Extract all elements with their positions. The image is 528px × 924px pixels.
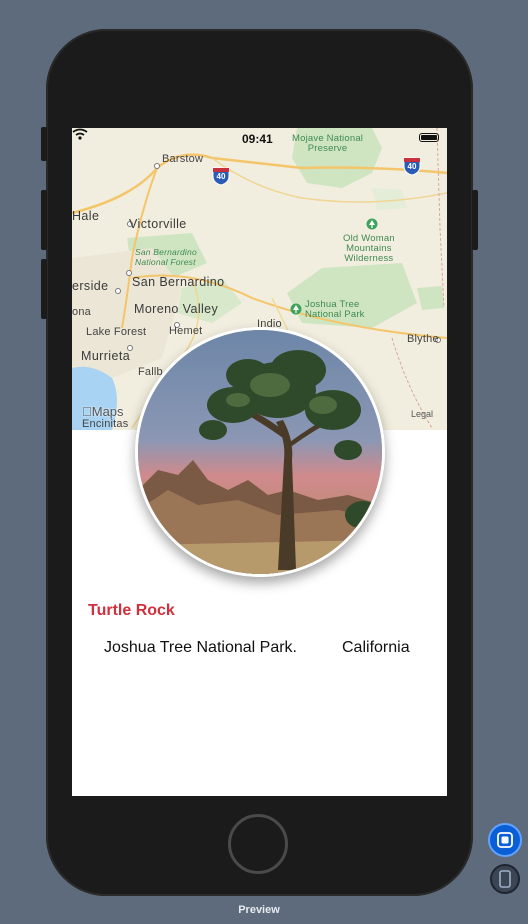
map-label-lake-forest: Lake Forest — [86, 326, 147, 338]
map-label-encinitas: Encinitas — [82, 418, 129, 430]
map-label-barstow: Barstow — [162, 153, 204, 165]
device-settings-button[interactable] — [490, 864, 520, 894]
maps-attribution[interactable]: Maps — [82, 404, 124, 419]
volume-down-button — [41, 259, 47, 319]
map-label-old-woman: Old Woman Mountains Wilderness — [343, 233, 395, 264]
map-label-blythe: Blythe — [407, 333, 439, 345]
map-label-hale: Hale — [72, 209, 100, 223]
map-label-ona: ona — [72, 306, 91, 318]
map-label-victorville: Victorville — [129, 217, 187, 231]
battery-icon — [419, 133, 439, 142]
park-icon-joshua-tree — [290, 303, 302, 315]
map-label-san-bernardino: San Bernardino — [132, 275, 225, 289]
home-button[interactable] — [228, 814, 288, 874]
interstate-40-shield-west: 40 — [211, 166, 231, 186]
mute-switch — [41, 127, 47, 161]
live-preview-button[interactable] — [488, 823, 522, 857]
landmark-title: Turtle Rock — [88, 602, 175, 619]
status-time: 09:41 — [242, 132, 273, 146]
device-icon — [499, 870, 511, 888]
map-label-riverside: erside — [72, 279, 109, 293]
map-label-sb-forest: San Bernardino National Forest — [135, 247, 197, 267]
map-label-mojave: Mojave National Preserve — [292, 133, 364, 154]
interstate-40-shield-east: 40 — [402, 156, 422, 176]
apple-logo-icon:  — [82, 404, 92, 419]
landmark-state: California — [342, 639, 410, 656]
landmark-photo — [135, 327, 385, 577]
map-label-hemet: Hemet — [169, 325, 203, 337]
wifi-icon — [72, 128, 88, 140]
preview-label: Preview — [238, 904, 280, 916]
status-bar: 09:41 — [72, 128, 447, 148]
map-label-moreno-valley: Moreno Valley — [134, 302, 219, 316]
power-button — [472, 190, 478, 250]
live-preview-icon — [497, 832, 513, 848]
joshua-tree-image — [138, 330, 382, 574]
map-label-murrieta: Murrieta — [81, 349, 131, 363]
map-legal-link[interactable]: Legal — [411, 409, 433, 419]
landmark-park: Joshua Tree National Park. — [104, 639, 297, 656]
park-icon-old-woman — [366, 218, 378, 230]
map-label-joshua-tree: Joshua Tree National Park — [305, 299, 365, 320]
volume-up-button — [41, 190, 47, 250]
